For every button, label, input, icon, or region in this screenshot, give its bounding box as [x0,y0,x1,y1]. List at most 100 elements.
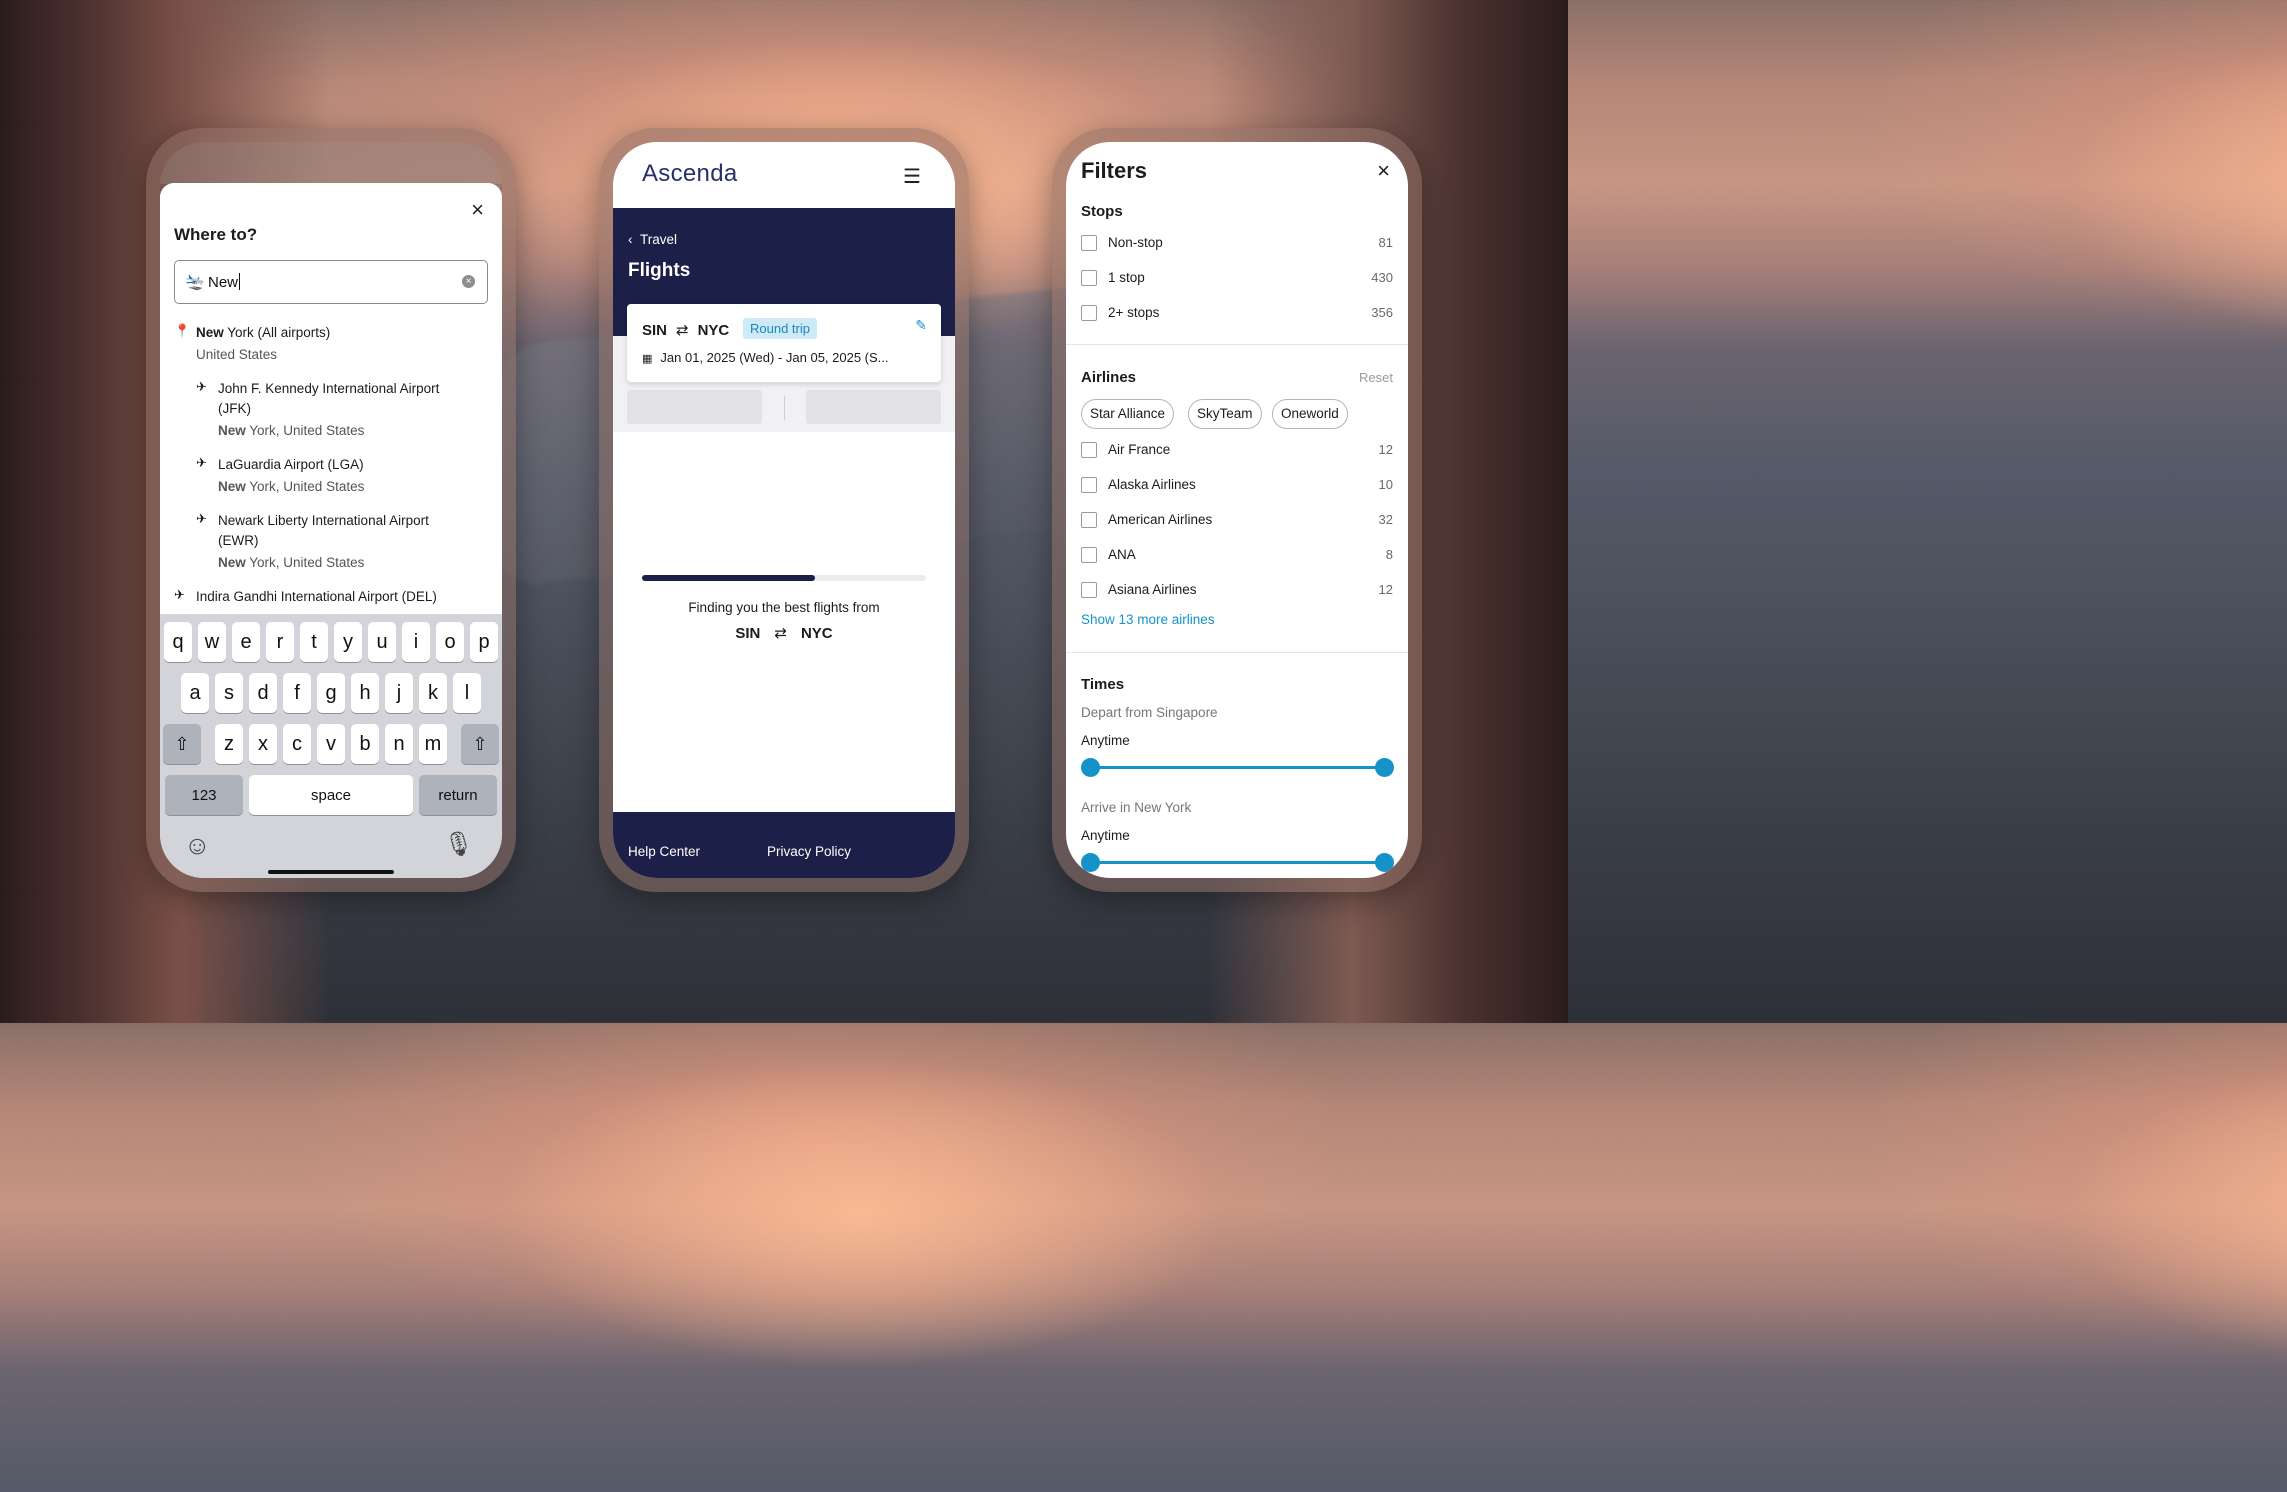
key-a[interactable]: a [181,673,209,713]
privacy-policy-link[interactable]: Privacy Policy [767,844,851,859]
breadcrumb-back-link[interactable]: ‹ Travel [628,232,677,247]
match-text: New [218,479,246,494]
depart-time-slider[interactable] [1081,758,1394,778]
trip-summary-card[interactable]: SIN ⇄ NYC Round trip ✎ ▦ Jan 01, 2025 (Wed)… [627,304,941,382]
plane-icon: ✈ [196,379,207,394]
checkbox[interactable] [1081,235,1097,251]
key-u[interactable]: u [368,622,396,662]
checkbox[interactable] [1081,512,1097,528]
key-n[interactable]: n [385,724,413,764]
hamburger-menu-icon[interactable]: ☰ [903,164,921,189]
checkbox[interactable] [1081,547,1097,563]
filter-stop-nonstop[interactable]: Non-stop 81 [1081,233,1393,255]
help-center-link[interactable]: Help Center [628,844,700,859]
key-m[interactable]: m [419,724,447,764]
destination-search-input[interactable]: 🛬 New × [174,260,488,304]
arrive-value: Anytime [1081,828,1130,843]
phone-screen: Ascenda ☰ ‹ Travel Flights SIN ⇄ NYC Round… [613,142,955,878]
chip-star-alliance[interactable]: Star Alliance [1081,399,1175,429]
clear-input-icon[interactable]: × [462,275,475,288]
result-title: Newark Liberty International Airport [218,513,429,528]
slider-handle-start[interactable] [1081,758,1100,777]
key-x[interactable]: x [249,724,277,764]
chip-oneworld[interactable]: Oneworld [1272,399,1348,429]
calendar-icon: ▦ [642,353,653,365]
key-d[interactable]: d [249,673,277,713]
key-f[interactable]: f [283,673,311,713]
result-title-code: (EWR) [218,533,259,548]
match-text: New [218,555,246,570]
key-l[interactable]: l [453,673,481,713]
filter-stop-2plus[interactable]: 2+ stops 356 [1081,303,1393,325]
show-more-airlines-link[interactable]: Show 13 more airlines [1081,612,1215,627]
filter-label: Alaska Airlines [1108,477,1196,492]
microphone-icon[interactable]: 🎙 [444,830,474,859]
checkbox[interactable] [1081,305,1097,321]
result-item-ewr[interactable]: ✈ Newark Liberty International Airport (… [174,511,492,573]
brand-logo[interactable]: Ascenda [642,160,738,188]
slider-handle-start[interactable] [1081,853,1100,872]
key-y[interactable]: y [334,622,362,662]
checkbox[interactable] [1081,477,1097,493]
key-h[interactable]: h [351,673,379,713]
filter-airline-american[interactable]: American Airlines 32 [1081,510,1393,532]
filter-label: Asiana Airlines [1108,582,1197,597]
home-indicator[interactable] [268,870,394,874]
key-q[interactable]: q [164,622,192,662]
swap-arrows-icon: ⇄ [676,322,689,339]
return-key[interactable]: return [419,775,497,815]
edit-pencil-icon[interactable]: ✎ [915,317,927,334]
key-p[interactable]: p [470,622,498,662]
shift-key[interactable]: ⇧ [163,724,201,764]
close-icon[interactable]: × [471,197,484,223]
key-z[interactable]: z [215,724,243,764]
key-b[interactable]: b [351,724,379,764]
result-item-new-york-all[interactable]: 📍 New York (All airports) United States [174,323,492,365]
filter-airline-air-france[interactable]: Air France 12 [1081,440,1393,462]
key-j[interactable]: j [385,673,413,713]
key-g[interactable]: g [317,673,345,713]
result-item-del[interactable]: ✈ Indira Gandhi International Airport (D… [174,587,492,607]
key-e[interactable]: e [232,622,260,662]
checkbox[interactable] [1081,442,1097,458]
trip-dates: Jan 01, 2025 (Wed) - Jan 05, 2025 (S... [660,350,889,365]
result-item-lga[interactable]: ✈ LaGuardia Airport (LGA) New York, Unit… [174,455,492,497]
slider-handle-end[interactable] [1375,758,1394,777]
key-v[interactable]: v [317,724,345,764]
filter-airline-asiana[interactable]: Asiana Airlines 12 [1081,580,1393,602]
key-r[interactable]: r [266,622,294,662]
arrive-time-slider[interactable] [1081,853,1394,873]
key-k[interactable]: k [419,673,447,713]
phone-screen: Filters × Stops Non-stop 81 1 stop 430 2… [1066,142,1408,878]
key-i[interactable]: i [402,622,430,662]
sheet-backdrop [160,142,502,184]
loading-destination: NYC [800,625,833,642]
phone-flight-search: Ascenda ☰ ‹ Travel Flights SIN ⇄ NYC Round… [599,128,969,892]
times-section-title: Times [1081,676,1125,693]
airlines-reset-link[interactable]: Reset [1359,370,1393,385]
chip-skyteam[interactable]: SkyTeam [1188,399,1262,429]
checkbox[interactable] [1081,582,1097,598]
space-key[interactable]: space [249,775,413,815]
key-w[interactable]: w [198,622,226,662]
result-title: Indira Gandhi International Airport (DEL… [196,589,437,604]
destination-sheet: × Where to? 🛬 New × 📍 New York (All airp… [160,183,502,878]
filter-stop-1[interactable]: 1 stop 430 [1081,268,1393,290]
key-c[interactable]: c [283,724,311,764]
checkbox[interactable] [1081,270,1097,286]
search-input-value[interactable]: New [208,273,240,291]
emoji-icon[interactable]: ☺ [184,830,211,861]
filter-airline-alaska[interactable]: Alaska Airlines 10 [1081,475,1393,497]
result-item-jfk[interactable]: ✈ John F. Kennedy International Airport … [174,379,492,441]
stops-section-title: Stops [1081,203,1123,220]
key-o[interactable]: o [436,622,464,662]
key-s[interactable]: s [215,673,243,713]
close-icon[interactable]: × [1377,158,1390,184]
numbers-key[interactable]: 123 [165,775,243,815]
swap-arrows-icon: ⇄ [774,625,787,642]
shift-key-right[interactable]: ⇧ [461,724,499,764]
key-t[interactable]: t [300,622,328,662]
slider-handle-end[interactable] [1375,853,1394,872]
filter-airline-ana[interactable]: ANA 8 [1081,545,1393,567]
slider-track [1091,766,1384,769]
